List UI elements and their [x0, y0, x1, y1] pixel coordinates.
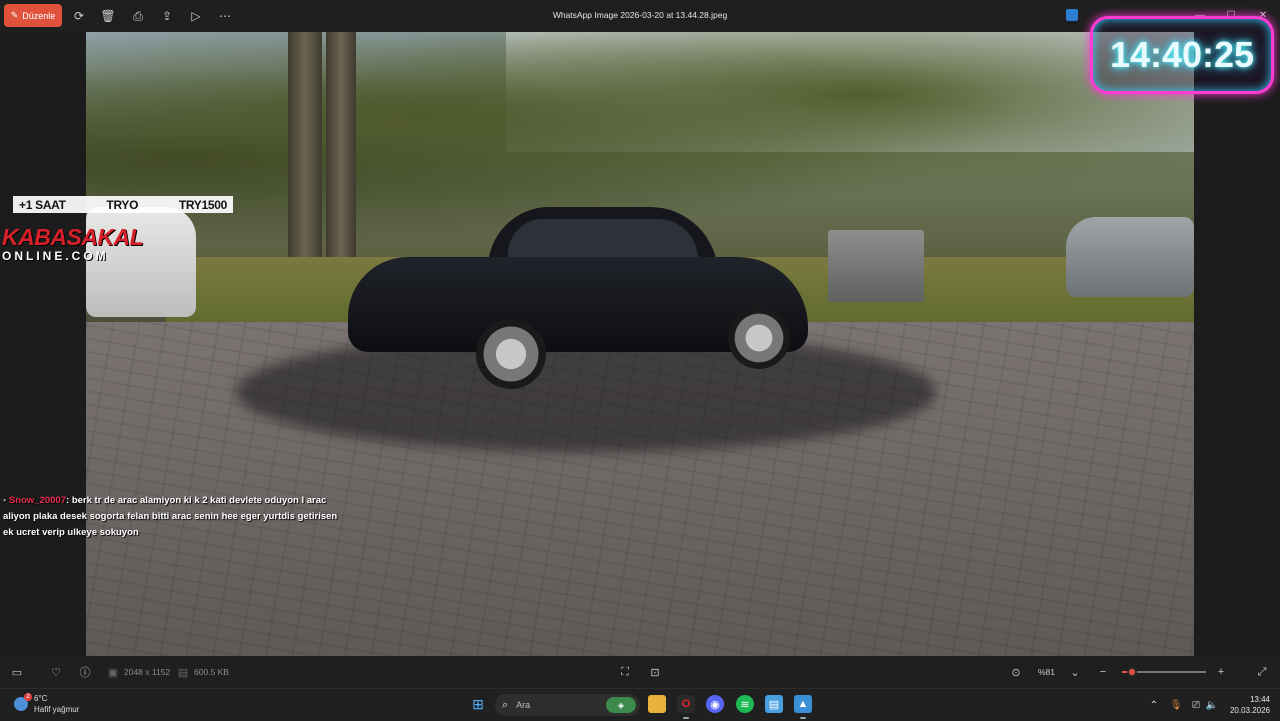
active-indicator: [800, 717, 806, 719]
stream-info-bar: +1 SAAT TRYO TRY1500: [13, 196, 233, 213]
filesize-icon: ▤: [177, 666, 189, 679]
chevron-down-icon[interactable]: ⌄: [1068, 665, 1082, 679]
stream-clock: 14:40:25: [1090, 16, 1274, 94]
zoom-out-icon[interactable]: −: [1096, 665, 1110, 679]
microphone-icon[interactable]: 🎙: [1170, 699, 1183, 711]
chat-message: • Snow_20007: berk tr de arac alamiyon k…: [3, 493, 338, 541]
channel-logo: KABASAKAL ONLINE.COM: [2, 224, 144, 269]
image-dimensions: 2048 x 1152: [124, 667, 171, 677]
black-sedan: [348, 207, 808, 389]
file-explorer-icon[interactable]: [648, 695, 666, 713]
dimensions-icon: ▣: [107, 666, 119, 679]
system-clock[interactable]: 13:44 20.03.2026: [1230, 694, 1270, 716]
weather-desc: Hafif yağmur: [34, 705, 80, 714]
weather-temp: 6°C: [34, 694, 48, 703]
stream-info-item: TRY1500: [178, 197, 227, 212]
window-title: WhatsApp Image 2026-03-20 at 13.44.28.jp…: [552, 10, 728, 20]
system-time: 13:44: [1249, 695, 1270, 704]
system-date: 20.03.2026: [1229, 706, 1270, 715]
spotify-icon[interactable]: ≋: [736, 695, 754, 713]
notepad-icon[interactable]: ▤: [765, 695, 783, 713]
chat-username: Snow_20007: [8, 495, 67, 506]
image-filesize: 600.5 KB: [194, 667, 229, 677]
search-label: Ara: [516, 700, 531, 710]
stream-info-item: +1 SAAT: [19, 197, 66, 212]
active-indicator: [683, 717, 689, 719]
windows-taskbar: 2 6°C Hafif yağmur ⊞ ⌕ Ara ◈ O ◉ ≋ ▤ ▲ ⌃…: [0, 688, 1280, 721]
chevron-up-icon[interactable]: ⌃: [1148, 699, 1160, 711]
search-highlight-icon: ◈: [606, 697, 636, 713]
zoom-slider[interactable]: [1122, 667, 1206, 677]
photos-icon[interactable]: ▲: [794, 695, 812, 713]
garbage-bin: [828, 230, 924, 302]
viewer-bottom-bar: ▭ ♡ ⓘ ▣ 2048 x 1152 ▤ 600.5 KB ⛶ ⊡ ⊙ %81…: [0, 656, 1280, 688]
discord-icon[interactable]: ◉: [706, 695, 724, 713]
zoom-in-icon[interactable]: +: [1214, 665, 1228, 679]
car-wheel: [476, 319, 546, 389]
title-bar: ✎ Düzenle ⟳ 🗑 ⎙ ⇪ ▷ ⋯ WhatsApp Image 202…: [0, 0, 1280, 32]
image-viewer-canvas[interactable]: [86, 32, 1194, 656]
pinned-app-icon[interactable]: [1066, 9, 1078, 21]
car-window: [508, 219, 698, 259]
weather-widget[interactable]: 2 6°C Hafif yağmur: [10, 693, 79, 715]
volume-icon[interactable]: 🔈: [1206, 699, 1218, 711]
logo-top-text: KABASAKAL: [2, 224, 144, 250]
network-icon[interactable]: ⎚: [1190, 699, 1202, 711]
search-icon: ⌕: [502, 698, 509, 711]
select-icon[interactable]: ⊡: [648, 665, 662, 679]
opera-icon[interactable]: O: [677, 695, 695, 713]
info-icon[interactable]: ⓘ: [78, 665, 92, 679]
fit-screen-icon[interactable]: ⊙: [1009, 665, 1023, 679]
windows-start-icon[interactable]: ⊞: [469, 695, 487, 713]
filmstrip-icon[interactable]: ▭: [10, 665, 24, 679]
zoom-percent[interactable]: %81: [1038, 667, 1055, 677]
zoom-slider-handle[interactable]: [1127, 667, 1138, 677]
heart-icon[interactable]: ♡: [49, 665, 63, 679]
stream-info-item: TRYO: [106, 197, 139, 212]
stream-clock-text: 14:40:25: [1109, 34, 1255, 75]
silver-car: [1066, 217, 1194, 297]
expand-icon[interactable]: ⤢: [1255, 665, 1269, 679]
logo-bottom-text: ONLINE.COM: [2, 249, 109, 263]
notification-badge: 2: [24, 693, 32, 701]
car-wheel: [728, 307, 790, 369]
crop-view-icon[interactable]: ⛶: [618, 665, 632, 679]
taskbar-search[interactable]: ⌕ Ara ◈: [495, 694, 640, 716]
